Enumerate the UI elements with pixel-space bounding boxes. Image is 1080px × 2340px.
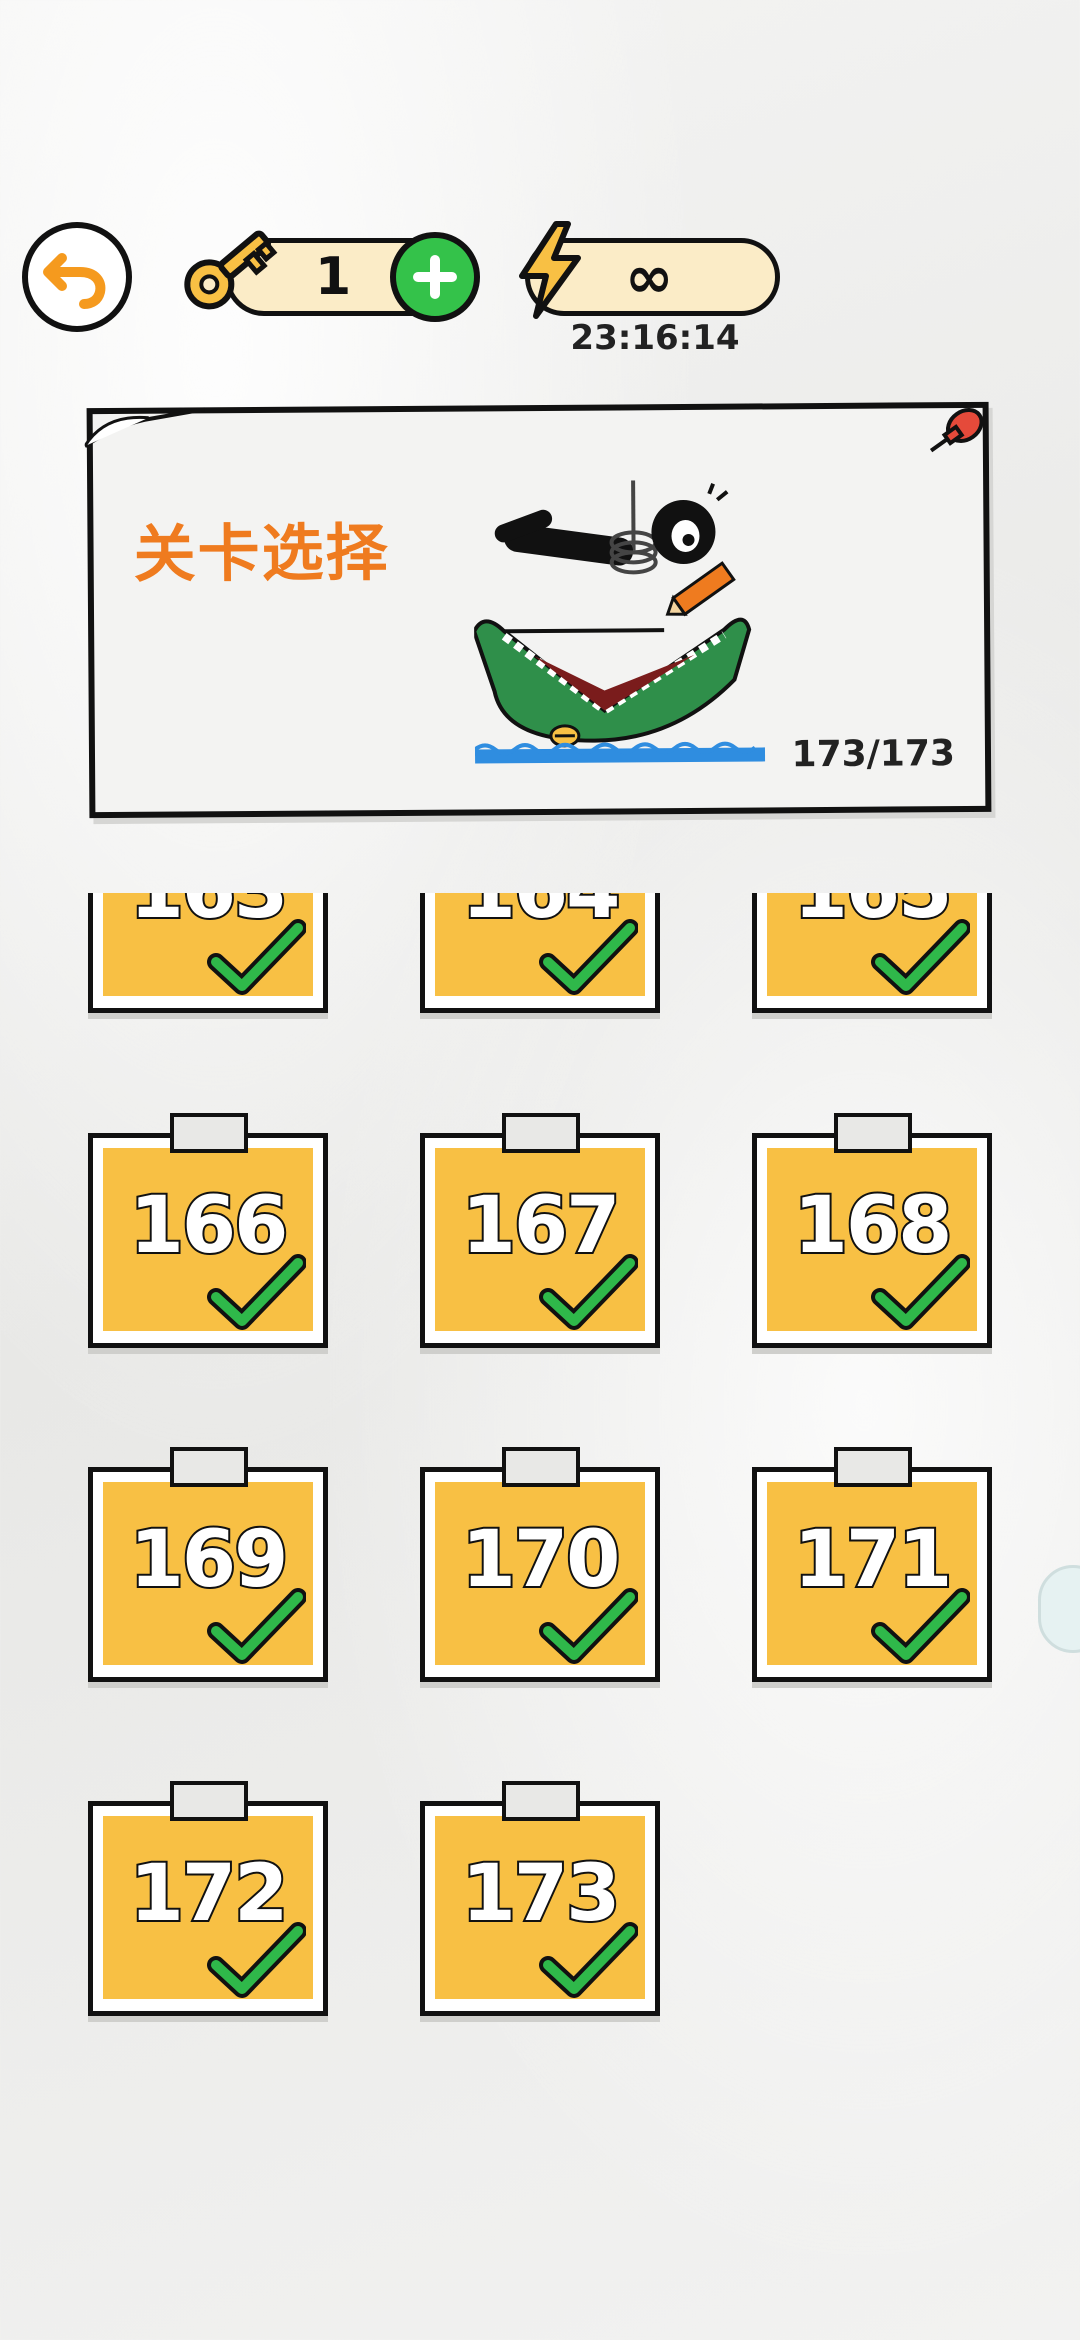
back-arrow-icon	[43, 253, 106, 309]
checkmark-icon	[871, 1254, 970, 1330]
paper-curl	[84, 407, 205, 448]
tape	[170, 1113, 248, 1153]
checkmark-icon	[207, 1254, 306, 1330]
checkmark-icon	[539, 1922, 638, 1998]
tape	[502, 1113, 580, 1153]
key-icon	[184, 230, 278, 310]
level-card-163[interactable]: 163	[88, 893, 328, 1013]
energy-timer: 23:16:14	[570, 318, 740, 358]
level-card-168[interactable]: 168	[752, 1113, 992, 1348]
level-card-173[interactable]: 173	[420, 1781, 660, 2016]
checkmark-icon	[871, 919, 970, 995]
level-card-170[interactable]: 170	[420, 1447, 660, 1682]
page-title: 关卡选择	[133, 516, 390, 591]
tape	[502, 1447, 580, 1487]
level-card-169[interactable]: 169	[88, 1447, 328, 1682]
checkmark-icon	[539, 919, 638, 995]
tape	[834, 1113, 912, 1153]
checkmark-icon	[539, 1254, 638, 1330]
checkmark-icon	[207, 1922, 306, 1998]
level-card-166[interactable]: 166	[88, 1113, 328, 1348]
level-card-171[interactable]: 171	[752, 1447, 992, 1682]
plus-icon	[413, 255, 457, 299]
checkmark-icon	[207, 919, 306, 995]
lightning-icon	[519, 221, 581, 319]
level-select-banner: 关卡选择 173/173	[84, 401, 992, 819]
level-card-164[interactable]: 164	[420, 893, 660, 1013]
checkmark-icon	[539, 1588, 638, 1664]
tape	[170, 1781, 248, 1821]
tape	[502, 1781, 580, 1821]
checkmark-icon	[207, 1588, 306, 1664]
checkmark-icon	[871, 1588, 970, 1664]
energy-value: ∞	[625, 243, 674, 311]
keys-count: 1	[315, 247, 352, 307]
add-keys-button[interactable]	[390, 232, 480, 322]
levels-progress: 173/173	[791, 733, 956, 776]
pin-icon	[929, 408, 984, 453]
level-card-167[interactable]: 167	[420, 1113, 660, 1348]
tape	[834, 1447, 912, 1487]
banner-illustration	[473, 480, 766, 764]
back-button[interactable]	[22, 222, 132, 332]
level-card-165[interactable]: 165	[752, 893, 992, 1013]
level-card-172[interactable]: 172	[88, 1781, 328, 2016]
level-grid[interactable]: 163 164 165 166 167 168 169	[0, 893, 1080, 2093]
tape	[170, 1447, 248, 1487]
